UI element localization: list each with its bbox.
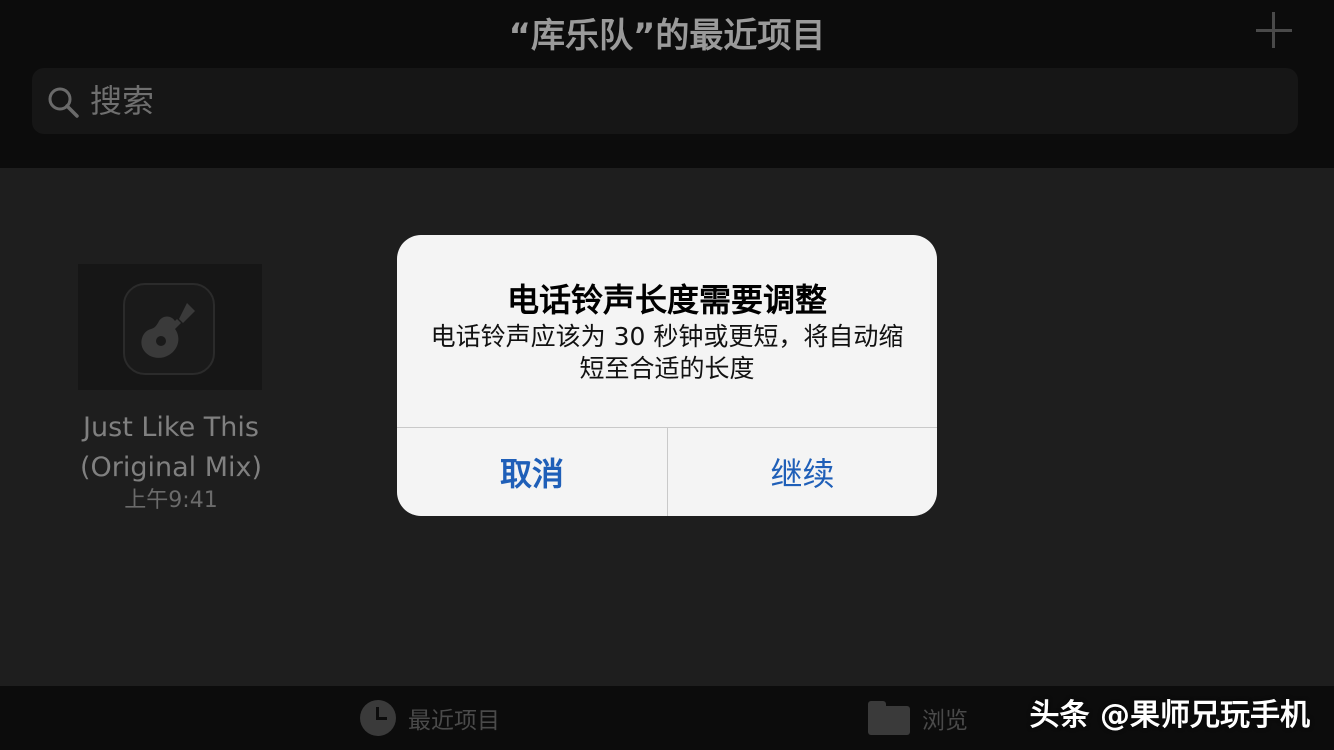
ringtone-alert-dialog: 电话铃声长度需要调整 电话铃声应该为 30 秒钟或更短，将自动缩短至合适的长度 …: [397, 235, 937, 516]
alert-title: 电话铃声长度需要调整: [506, 281, 827, 319]
alert-message: 电话铃声应该为 30 秒钟或更短，将自动缩短至合适的长度: [430, 322, 904, 383]
tab-recent-label: 最近项目: [408, 708, 500, 734]
garageband-guitar-icon: [123, 283, 215, 375]
tab-recent[interactable]: 最近项目: [360, 686, 500, 750]
navigation-header: “库乐队”的最近项目: [0, 0, 1334, 168]
search-bar[interactable]: [32, 68, 1298, 134]
folder-icon: [868, 701, 910, 735]
page-title: “库乐队”的最近项目: [508, 16, 826, 56]
search-icon: [48, 87, 79, 118]
cancel-button[interactable]: 取消: [397, 428, 667, 516]
continue-button[interactable]: 继续: [668, 428, 937, 516]
tab-browse-label: 浏览: [922, 708, 968, 734]
project-thumbnail[interactable]: [78, 264, 262, 390]
tab-browse[interactable]: 浏览: [868, 686, 968, 750]
project-title: Just Like This (Original Mix): [79, 412, 263, 483]
project-time: 上午9:41: [124, 488, 218, 513]
plus-icon[interactable]: [1252, 8, 1296, 52]
clock-icon: [360, 700, 396, 736]
watermark: 头条 @果师兄玩手机: [1029, 698, 1310, 733]
search-input[interactable]: [90, 78, 1270, 124]
project-item[interactable]: Just Like This (Original Mix) 上午9:41: [78, 264, 264, 514]
